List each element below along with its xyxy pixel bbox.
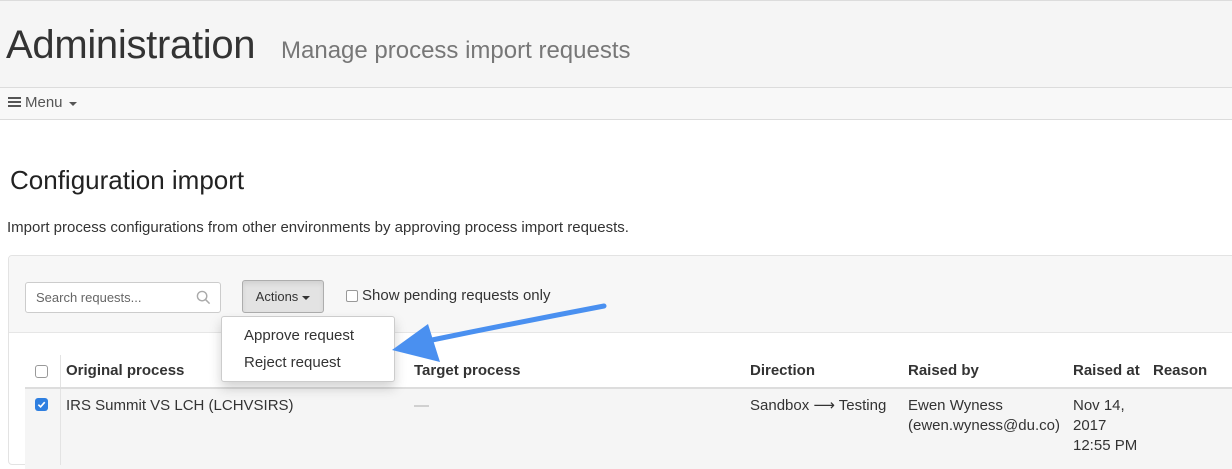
search-input[interactable]: [36, 290, 186, 305]
column-header-original-process[interactable]: Original process: [66, 362, 184, 379]
chevron-down-icon: [302, 295, 311, 300]
page-subtitle: Manage process import requests: [281, 37, 631, 64]
page-title: Administration: [6, 23, 256, 67]
menu-toggle[interactable]: Menu: [8, 94, 77, 111]
cell-original-process: IRS Summit VS LCH (LCHVSIRS): [66, 397, 294, 414]
approve-request-menu-item[interactable]: Approve request: [244, 327, 354, 344]
section-title: Configuration import: [10, 165, 245, 195]
reject-request-menu-item[interactable]: Reject request: [244, 354, 341, 371]
table-header-divider: [25, 387, 1232, 389]
raised-at-time: 12:55 PM: [1073, 437, 1138, 454]
column-header-target-process[interactable]: Target process: [414, 362, 520, 379]
select-all-checkbox[interactable]: [35, 365, 48, 378]
page-header: Administration Manage process import req…: [0, 0, 1232, 88]
cell-raised-by: Ewen Wyness (ewen.wyness@du.co): [908, 396, 1060, 436]
raised-by-name: Ewen Wyness: [908, 397, 1003, 414]
column-header-reason[interactable]: Reason: [1153, 362, 1207, 379]
cell-direction: Sandbox ⟶ Testing: [750, 397, 887, 414]
hamburger-icon: [8, 97, 21, 108]
raised-at-date: Nov 14,: [1073, 397, 1125, 414]
column-header-direction[interactable]: Direction: [750, 362, 815, 379]
cell-raised-at: Nov 14, 2017 12:55 PM: [1073, 396, 1137, 456]
cell-target-process: —: [414, 397, 429, 414]
column-divider: [60, 355, 61, 465]
actions-label: Actions: [255, 289, 299, 304]
section-description: Import process configurations from other…: [7, 219, 629, 236]
row-checkbox[interactable]: [35, 398, 48, 411]
pending-only-label: Show pending requests only: [362, 287, 551, 304]
raised-at-year: 2017: [1073, 417, 1107, 434]
actions-dropdown-menu: Approve request Reject request: [221, 316, 395, 382]
menu-bar: Menu: [0, 88, 1232, 120]
column-header-raised-at[interactable]: Raised at: [1073, 362, 1140, 379]
checkmark-icon: [37, 401, 46, 409]
menu-label: Menu: [25, 94, 63, 111]
raised-by-email: (ewen.wyness@du.co): [908, 417, 1060, 434]
toolbar: Actions Show pending requests only: [9, 256, 1232, 333]
search-icon[interactable]: [196, 290, 211, 305]
checkbox-icon[interactable]: [346, 289, 358, 302]
column-header-raised-by[interactable]: Raised by: [908, 362, 979, 379]
pending-only-checkbox[interactable]: Show pending requests only: [346, 287, 550, 304]
actions-button[interactable]: Actions: [242, 280, 324, 313]
search-box: [25, 282, 221, 313]
chevron-down-icon: [68, 101, 77, 106]
